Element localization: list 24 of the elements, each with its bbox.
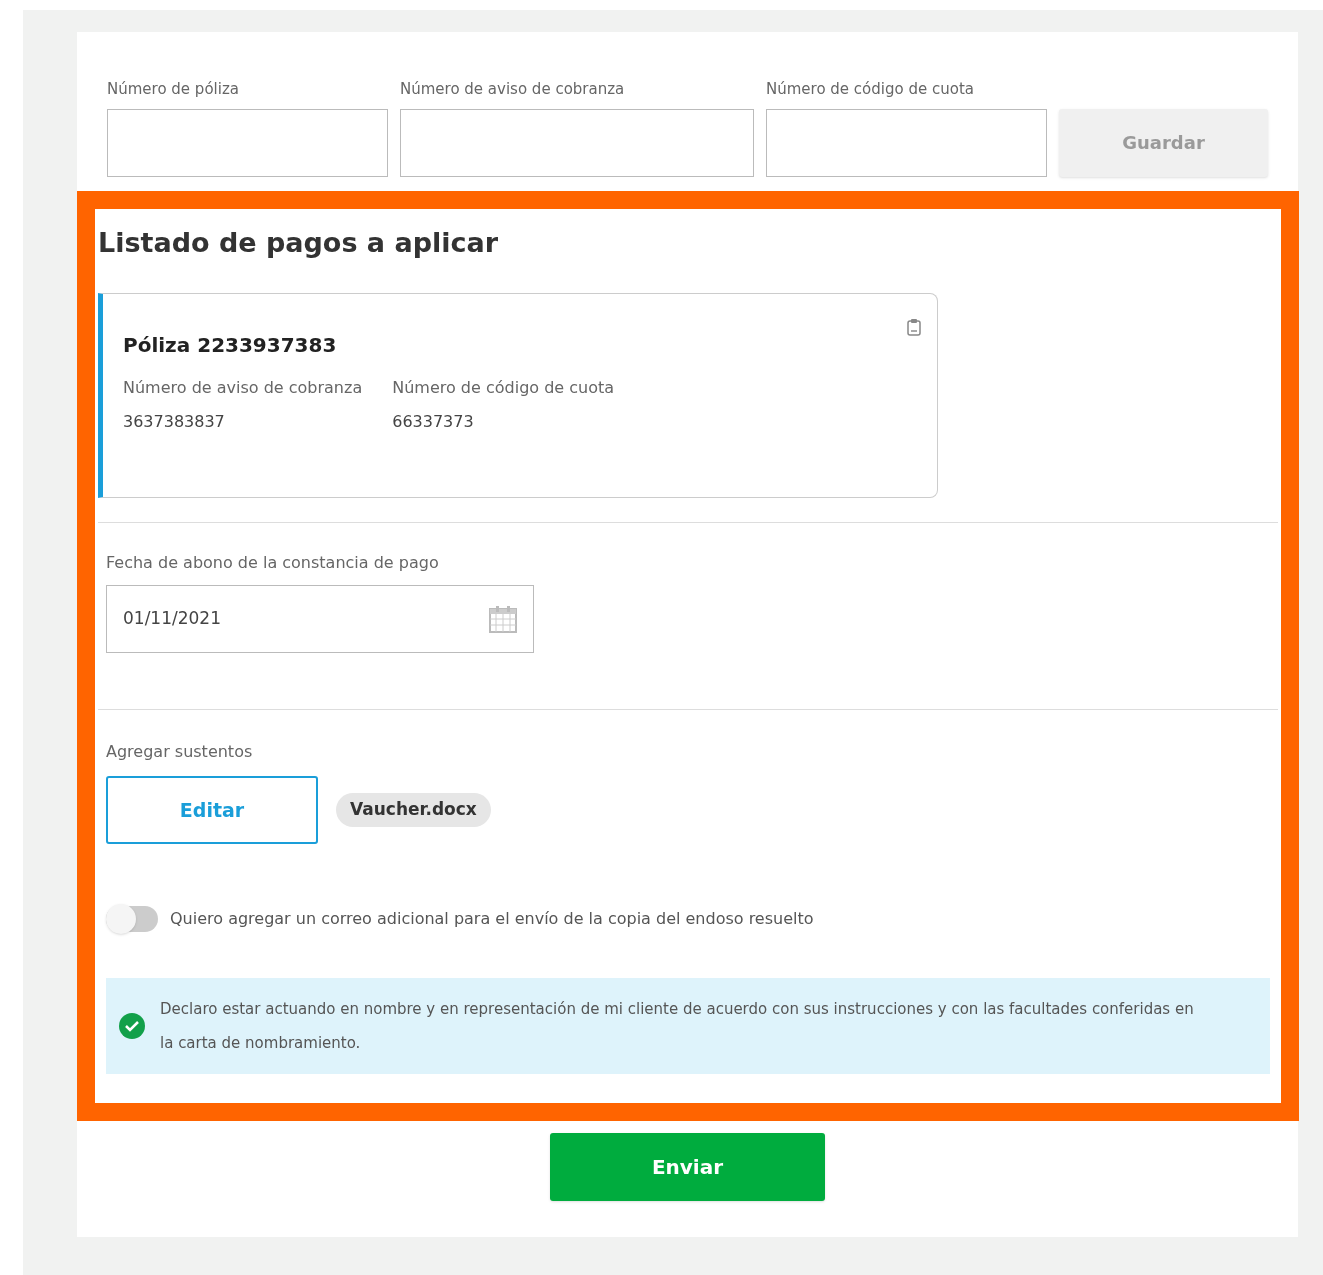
section-title: Listado de pagos a aplicar bbox=[98, 225, 500, 260]
field-label: Agregar sustentos bbox=[106, 741, 254, 763]
clipboard-icon[interactable] bbox=[907, 318, 921, 336]
field-label: Fecha de abono de la constancia de pago bbox=[106, 552, 440, 574]
field-label: Número de código de cuota bbox=[766, 79, 975, 100]
field-label: Número de aviso de cobranza bbox=[400, 79, 626, 100]
check-icon[interactable] bbox=[118, 1012, 146, 1040]
detail-value: 66337373 bbox=[392, 411, 475, 433]
detail-value: 3637383837 bbox=[123, 411, 226, 433]
file-chip: Vaucher.docx bbox=[336, 793, 491, 827]
calendar-icon[interactable] bbox=[489, 605, 517, 633]
input-field[interactable] bbox=[400, 108, 754, 177]
send-button[interactable]: Enviar bbox=[550, 1132, 825, 1201]
input-field[interactable] bbox=[107, 108, 388, 177]
card-title: Póliza 2233937383 bbox=[123, 332, 338, 359]
field-label: Número de póliza bbox=[107, 79, 240, 100]
edit-button[interactable]: Editar bbox=[106, 776, 318, 844]
toggle-switch[interactable] bbox=[106, 906, 158, 932]
declaration-text: Declaro estar actuando en nombre y en representación de mi cliente de acuerdo con sus instrucciones y con las facultades conferidas en la carta de nombramiento. bbox=[160, 999, 1195, 1054]
input-field[interactable] bbox=[766, 108, 1047, 177]
detail-label: Número de aviso de cobranza bbox=[123, 377, 363, 399]
detail-label: Número de código de cuota bbox=[392, 377, 615, 399]
toggle-label: Quiero agregar un correo adicional para el envío de la copia del endoso resuelto bbox=[170, 908, 814, 930]
date-field[interactable]: 01/11/2021 bbox=[106, 585, 534, 653]
